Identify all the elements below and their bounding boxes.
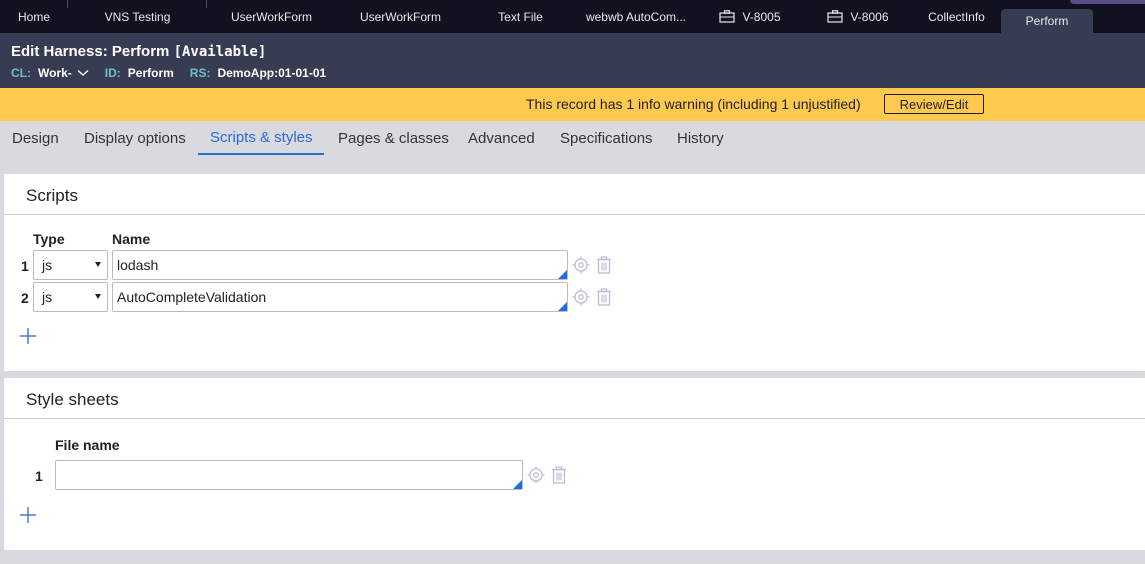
- scripts-panel: Scripts Type Name 1 js lodash 2 js AutoC…: [4, 174, 1145, 371]
- tab-specifications[interactable]: Specifications: [548, 121, 665, 155]
- title-text: Edit Harness: Perform: [11, 43, 170, 60]
- stylesheets-panel: Style sheets File name 1: [4, 378, 1145, 550]
- tab-collectinfo[interactable]: CollectInfo: [912, 0, 1001, 33]
- tab-label: Perform: [1025, 14, 1069, 28]
- rule-metadata: CL: Work- ID: Perform RS: DemoApp:01-01-…: [11, 66, 342, 80]
- tab-label: V-8005: [742, 9, 781, 24]
- open-rule-icon[interactable]: [572, 256, 590, 274]
- page-title: Edit Harness: Perform [Available]: [11, 43, 266, 60]
- input-value: AutoCompleteValidation: [117, 289, 267, 305]
- briefcase-icon: [827, 10, 844, 23]
- row-number: 1: [35, 468, 43, 484]
- tab-userworkform-1[interactable]: UserWorkForm: [207, 0, 336, 33]
- tab-label: webwb AutoCom...: [585, 9, 687, 24]
- input-value: lodash: [117, 257, 159, 273]
- open-rule-icon[interactable]: [572, 288, 590, 306]
- tab-perform[interactable]: Perform: [1001, 9, 1093, 33]
- tab-display-options[interactable]: Display options: [72, 121, 198, 155]
- rs-key: RS:: [189, 66, 211, 80]
- row-number: 1: [21, 258, 29, 274]
- stylesheet-file-input[interactable]: [55, 460, 523, 490]
- add-script-button[interactable]: [19, 327, 37, 345]
- warning-bar: This record has 1 info warning (includin…: [0, 88, 1145, 121]
- tab-pages-classes[interactable]: Pages & classes: [326, 121, 461, 155]
- dropdown-caret-icon: [95, 294, 101, 299]
- select-value: js: [42, 289, 53, 305]
- tab-label: UserWorkForm: [230, 9, 313, 24]
- class-selector[interactable]: Work-: [38, 66, 89, 80]
- autocomplete-corner-icon: [513, 480, 522, 489]
- rule-header: Edit Harness: Perform [Available] CL: Wo…: [0, 33, 1145, 88]
- tab-vns-testing[interactable]: VNS Testing: [68, 0, 207, 33]
- tab-v-8006[interactable]: V-8006: [804, 0, 912, 33]
- tab-design[interactable]: Design: [0, 121, 71, 155]
- tab-advanced[interactable]: Advanced: [456, 121, 547, 155]
- cl-key: CL:: [11, 66, 31, 80]
- tab-label: Home: [17, 9, 50, 24]
- divider: [4, 418, 1145, 419]
- tab-label: V-8006: [850, 9, 889, 24]
- open-rule-icon[interactable]: [527, 466, 545, 484]
- availability-status: [Available]: [173, 44, 267, 60]
- divider: [4, 214, 1145, 215]
- select-value: js: [42, 257, 53, 273]
- stylesheets-heading: Style sheets: [26, 390, 119, 409]
- trash-icon[interactable]: [550, 466, 568, 484]
- tab-label: Text File: [498, 9, 543, 24]
- name-column-header: Name: [112, 231, 151, 247]
- tab-v-8005[interactable]: V-8005: [696, 0, 804, 33]
- tab-history[interactable]: History: [665, 121, 736, 155]
- file-name-column-header: File name: [55, 437, 120, 453]
- dropdown-caret-icon: [95, 262, 101, 267]
- tab-label: VNS Testing: [104, 9, 171, 24]
- tab-text-file[interactable]: Text File: [465, 0, 576, 33]
- script-type-select[interactable]: js: [33, 282, 108, 312]
- script-name-input[interactable]: AutoCompleteValidation: [112, 282, 568, 312]
- window-accent: [1070, 0, 1145, 4]
- type-column-header: Type: [33, 231, 65, 247]
- tab-webwb-autocomplete[interactable]: webwb AutoCom...: [576, 0, 696, 33]
- rule-form-tabs: Design Display options Scripts & styles …: [0, 121, 1145, 163]
- chevron-down-icon: [77, 69, 89, 76]
- tab-label: CollectInfo: [928, 9, 985, 24]
- cl-value: Work-: [38, 66, 72, 80]
- tab-userworkform-2[interactable]: UserWorkForm: [336, 0, 465, 33]
- tab-home[interactable]: Home: [0, 0, 68, 33]
- scripts-heading: Scripts: [26, 186, 78, 205]
- id-value: Perform: [127, 66, 174, 80]
- trash-icon[interactable]: [595, 288, 613, 306]
- rs-value: DemoApp:01-01-01: [217, 66, 327, 80]
- tab-label: UserWorkForm: [359, 9, 442, 24]
- add-stylesheet-button[interactable]: [19, 506, 37, 524]
- review-edit-button[interactable]: Review/Edit: [884, 94, 984, 114]
- id-key: ID:: [104, 66, 121, 80]
- briefcase-icon: [719, 10, 736, 23]
- script-type-select[interactable]: js: [33, 250, 108, 280]
- document-tab-strip: Home VNS Testing UserWorkForm UserWorkFo…: [0, 0, 1145, 33]
- script-name-input[interactable]: lodash: [112, 250, 568, 280]
- trash-icon[interactable]: [595, 256, 613, 274]
- tab-scripts-styles[interactable]: Scripts & styles: [198, 121, 324, 155]
- autocomplete-corner-icon: [558, 270, 567, 279]
- autocomplete-corner-icon: [558, 302, 567, 311]
- warning-message: This record has 1 info warning (includin…: [526, 96, 861, 112]
- row-number: 2: [21, 290, 29, 306]
